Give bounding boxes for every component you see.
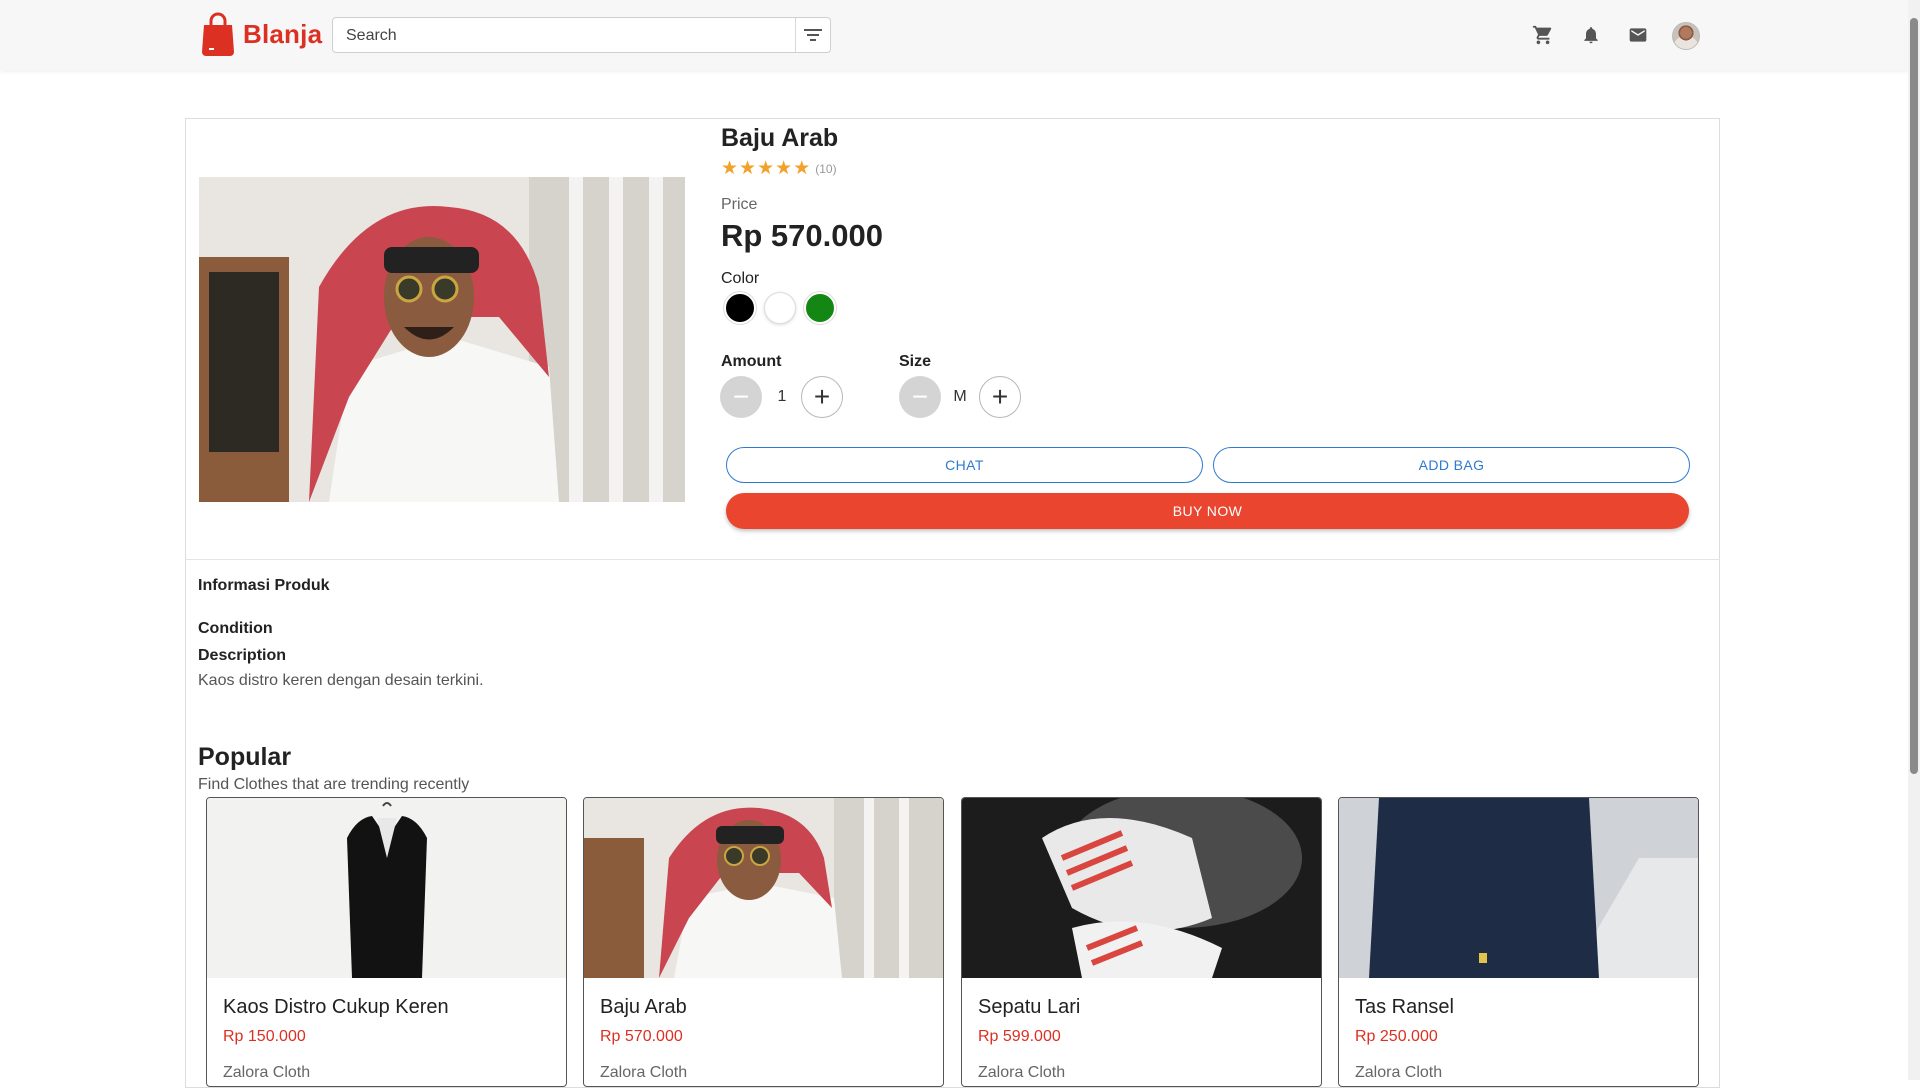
star-icon: ★ [775,158,793,179]
scrollbar-thumb[interactable] [1910,18,1918,774]
product-info-heading: Informasi Produk [198,577,330,594]
popular-subtitle: Find Clothes that are trending recently [198,776,470,793]
plus-icon: + [991,381,1009,412]
product-card-name: Sepatu Lari [978,996,1081,1018]
description-label: Description [198,647,287,664]
color-swatch-white[interactable] [764,292,796,324]
buy-now-button[interactable]: BUY NOW [726,493,1689,529]
minus-icon: − [911,381,929,412]
notification-button[interactable] [1579,23,1603,47]
color-label: Color [721,270,760,287]
star-icon: ★ [721,158,739,179]
amount-decrease-button[interactable]: − [720,376,762,418]
filter-icon [804,29,822,41]
amount-label: Amount [721,353,782,370]
brand-name: Blanja [243,18,323,49]
product-card-image [962,798,1321,978]
amount-increase-button[interactable]: + [801,376,843,418]
product-title: Baju Arab [721,124,839,152]
product-card-price: Rp 150.000 [223,1028,306,1045]
brand-logo[interactable]: Blanja [201,12,322,56]
search-input[interactable] [344,18,788,54]
section-divider [185,559,1720,560]
product-card-name: Baju Arab [600,996,687,1018]
chat-button[interactable]: CHAT [726,447,1203,483]
size-increase-button[interactable]: + [979,376,1021,418]
star-icon: ★ [757,158,775,179]
product-card-image [207,798,566,978]
page-scrollbar[interactable] [1908,0,1920,1080]
star-icon: ★ [793,158,811,179]
top-navbar: Blanja [0,0,1908,70]
cart-button[interactable] [1531,23,1555,47]
product-price: Rp 570.000 [721,218,883,253]
size-value: M [953,388,967,405]
size-label: Size [899,353,932,370]
product-card-price: Rp 599.000 [978,1028,1061,1045]
search-bar [332,17,831,54]
mail-button[interactable] [1626,23,1650,47]
plus-icon: + [813,381,831,412]
size-decrease-button[interactable]: − [899,376,941,418]
product-card-store: Zalora Cloth [600,1064,688,1081]
product-card[interactable]: Kaos Distro Cukup Keren Rp 150.000 Zalor… [206,797,567,1087]
cart-icon [1532,25,1552,45]
product-card-name: Tas Ransel [1355,996,1454,1018]
mail-icon [1629,28,1647,42]
color-swatch-green[interactable] [804,292,836,324]
amount-value: 1 [777,388,787,405]
product-rating: ★ ★ ★ ★ ★ (10) [721,159,837,178]
condition-label: Condition [198,620,273,637]
product-card-image [584,798,943,978]
product-card[interactable]: Sepatu Lari Rp 599.000 Zalora Cloth [961,797,1322,1087]
avatar[interactable] [1672,22,1700,50]
add-bag-button[interactable]: ADD BAG [1213,447,1690,483]
rating-count: (10) [815,161,837,176]
bell-icon [1584,27,1598,44]
product-card[interactable]: Tas Ransel Rp 250.000 Zalora Cloth [1338,797,1699,1087]
product-card-store: Zalora Cloth [223,1064,311,1081]
star-icon: ★ [739,158,757,179]
popular-heading: Popular [198,743,292,771]
shopping-bag-icon [202,12,234,56]
filter-button[interactable] [795,18,830,52]
product-card-store: Zalora Cloth [1355,1064,1443,1081]
product-card-name: Kaos Distro Cukup Keren [223,996,449,1018]
description-text: Kaos distro keren dengan desain terkini. [198,672,484,689]
color-swatch-black[interactable] [724,292,756,324]
minus-icon: − [732,381,750,412]
product-card-store: Zalora Cloth [978,1064,1066,1081]
price-label: Price [721,196,758,213]
product-image[interactable] [199,177,685,502]
product-card-image [1339,798,1698,978]
product-card-price: Rp 250.000 [1355,1028,1438,1045]
product-card[interactable]: Baju Arab Rp 570.000 Zalora Cloth [583,797,944,1087]
product-card-price: Rp 570.000 [600,1028,683,1045]
